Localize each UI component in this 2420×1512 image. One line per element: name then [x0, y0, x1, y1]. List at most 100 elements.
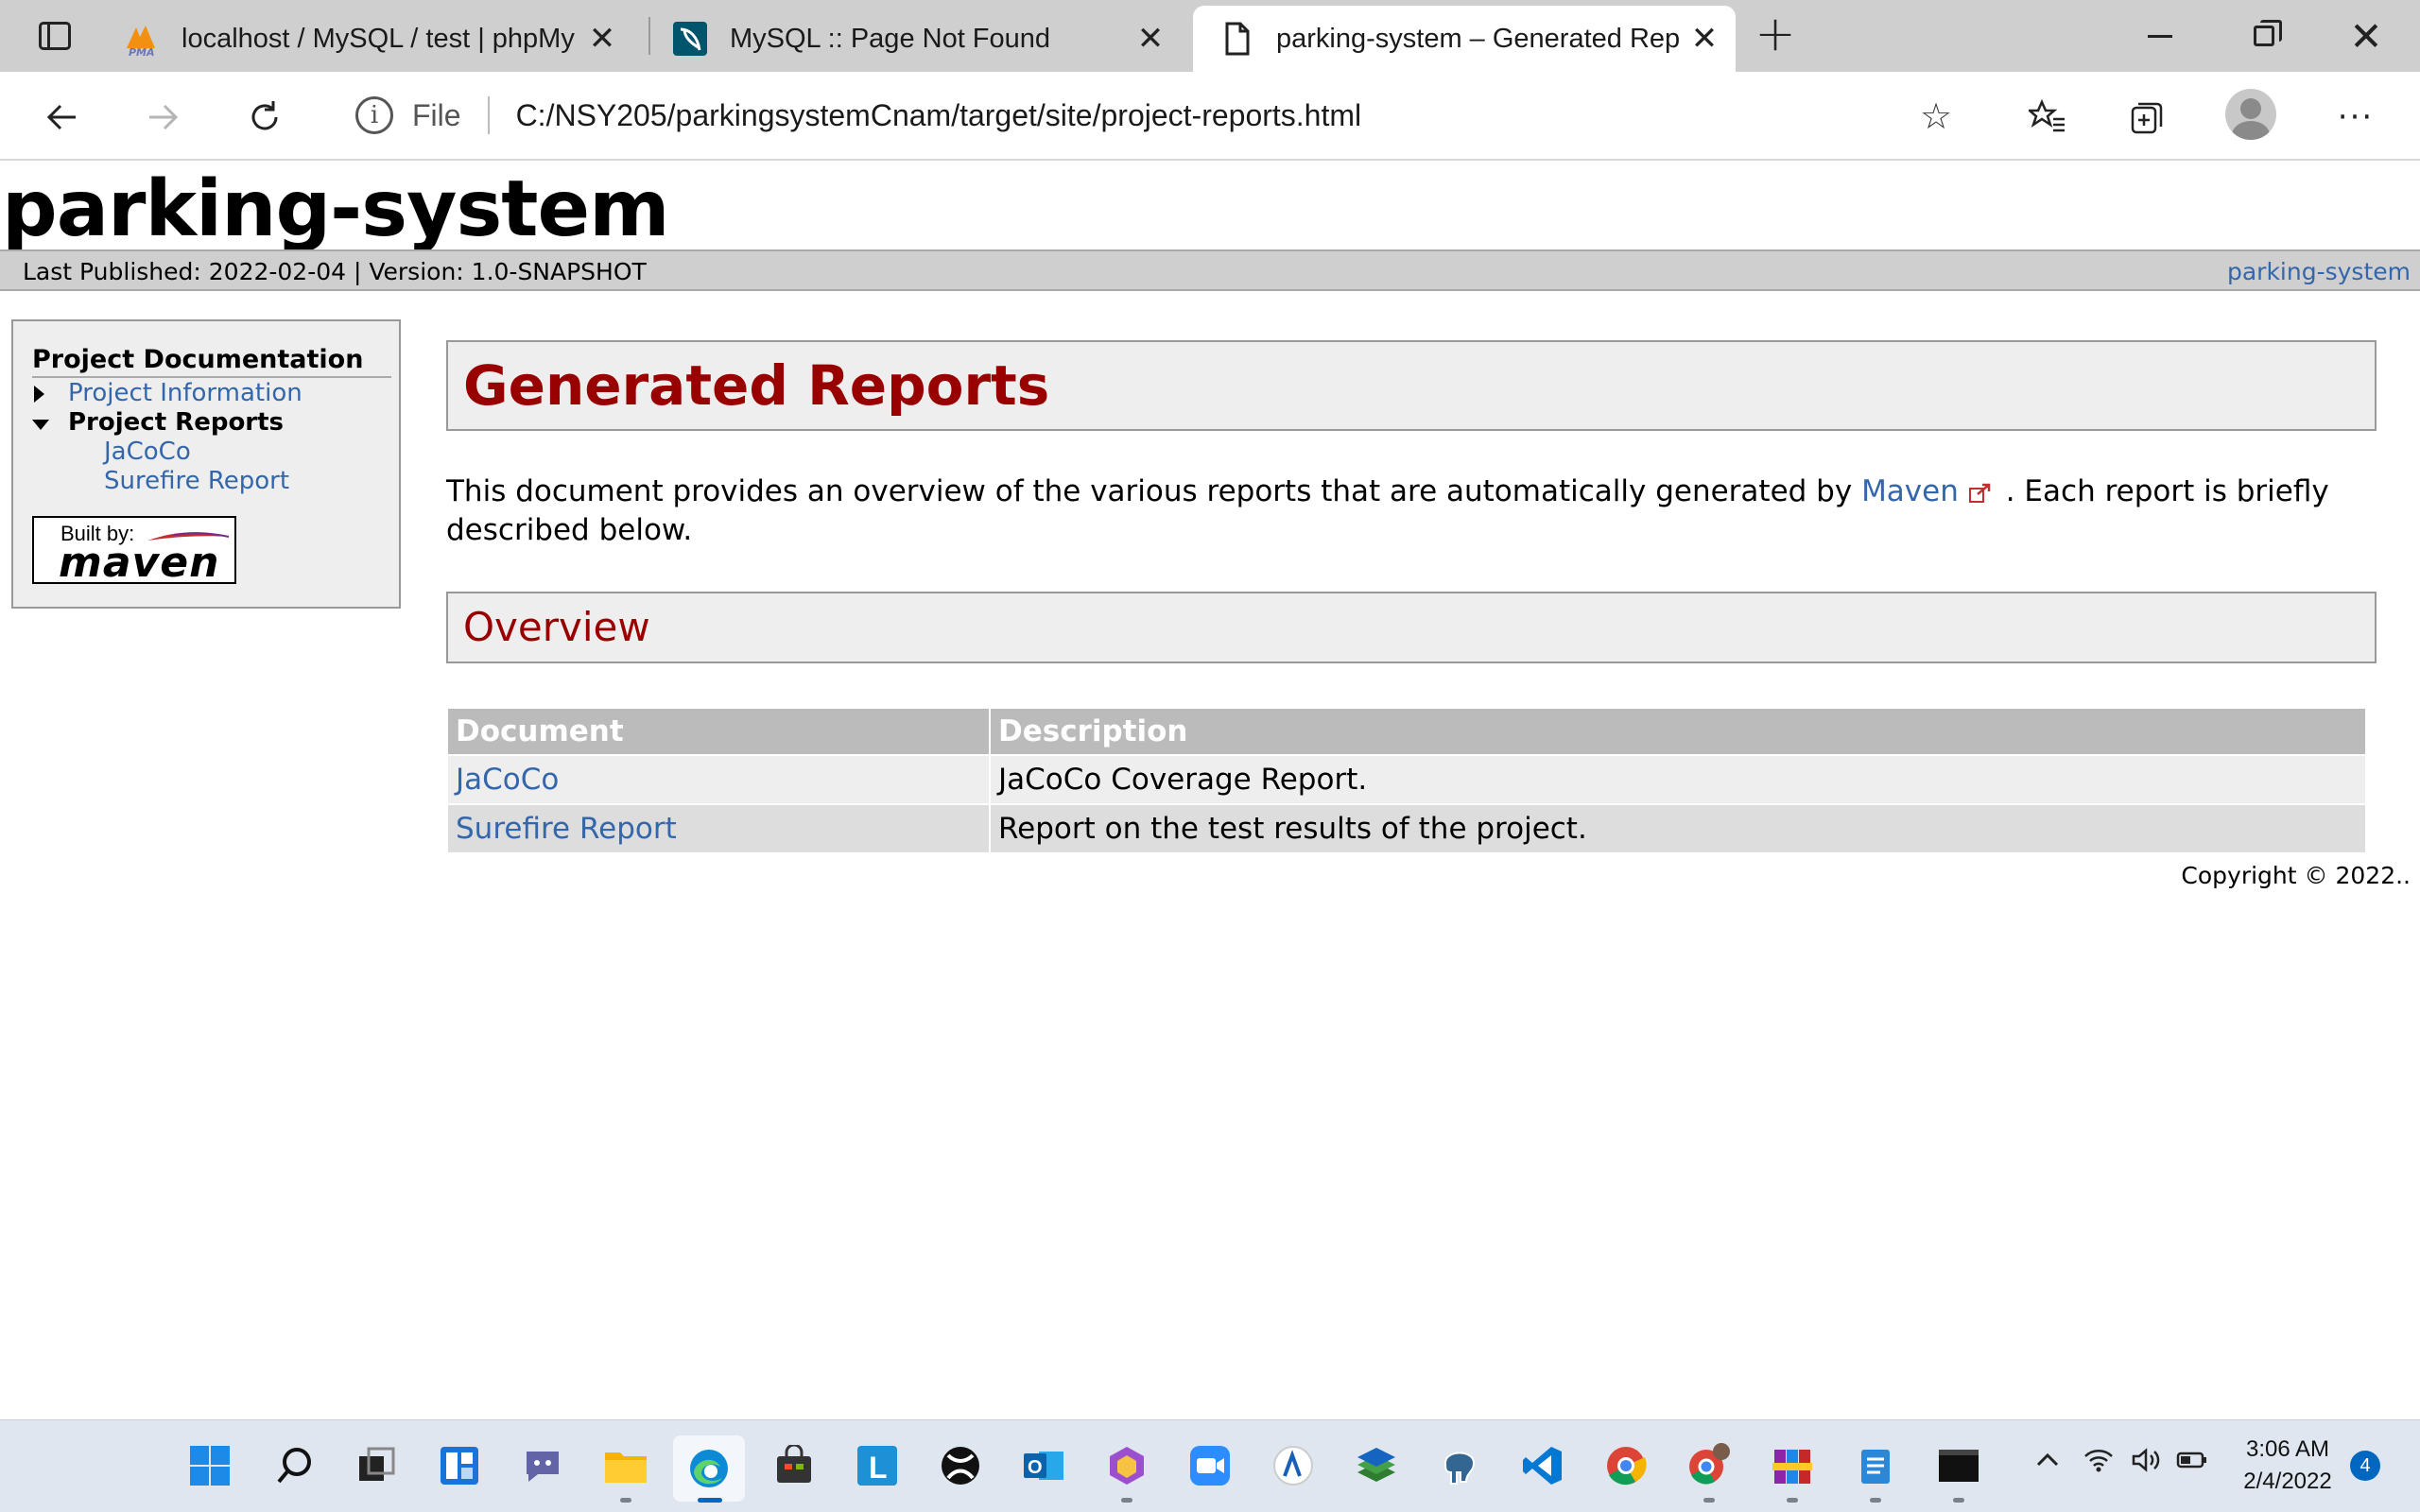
close-tab-icon[interactable]: ✕ — [1686, 21, 1722, 57]
description-cell: JaCoCo Coverage Report. — [991, 756, 2365, 803]
winrar-button[interactable] — [1766, 1439, 1819, 1492]
back-arrow-icon — [46, 104, 76, 130]
folder-icon — [605, 1452, 647, 1483]
windows-logo-icon — [190, 1446, 230, 1486]
expanded-arrow-icon — [32, 420, 49, 430]
svg-text:L: L — [869, 1451, 888, 1485]
minimize-button[interactable] — [2118, 9, 2203, 62]
tab-title: MySQL :: Page Not Found — [730, 23, 1051, 54]
vscode-icon — [1523, 1447, 1562, 1485]
sidebar-item-label[interactable]: Surefire Report — [104, 467, 289, 495]
publish-info: Last Published: 2022-02-04 | Version: 1.… — [23, 258, 647, 285]
volume-button[interactable] — [2131, 1447, 2161, 1481]
address-bar[interactable]: i File C:/NSY205/parkingsystemCnam/targe… — [327, 79, 1985, 151]
task-view-icon — [359, 1447, 395, 1481]
sidebar-item-label[interactable]: JaCoCo — [104, 438, 191, 466]
outlook-button[interactable]: O — [1017, 1439, 1070, 1492]
xbox-icon — [942, 1447, 979, 1485]
collections-icon — [2131, 102, 2163, 134]
search-button[interactable] — [268, 1439, 321, 1492]
mysql-dolphin-icon — [673, 22, 707, 56]
running-indicator — [620, 1498, 631, 1503]
web-page: parking-system Last Published: 2022-02-0… — [0, 163, 2420, 1419]
favorites-button[interactable] — [2021, 91, 2074, 144]
collections-button[interactable] — [2121, 91, 2174, 144]
tab-actions-icon — [39, 22, 71, 50]
system-clock[interactable]: 3:06 AM 2/4/2022 — [2231, 1434, 2344, 1498]
notification-badge[interactable]: 4 — [2350, 1451, 2380, 1481]
store-bag-icon — [777, 1445, 811, 1483]
teams-chat-button[interactable] — [516, 1439, 569, 1492]
url-text[interactable]: C:/NSY205/parkingsystemCnam/target/site/… — [516, 98, 1362, 133]
document-cell: Surefire Report — [448, 805, 989, 852]
postgresql-button[interactable] — [1433, 1439, 1486, 1492]
chrome-button[interactable] — [1599, 1439, 1652, 1492]
sidebar-item-label[interactable]: Project Information — [68, 378, 302, 408]
vscode-button[interactable] — [1516, 1439, 1569, 1492]
network-button[interactable] — [2083, 1447, 2114, 1481]
page-title: Generated Reports — [463, 353, 1050, 418]
refresh-icon — [251, 101, 278, 130]
add-favorite-icon[interactable]: ☆ — [1917, 98, 1955, 136]
battery-button[interactable] — [2176, 1447, 2208, 1481]
table-row: Surefire Report Report on the test resul… — [448, 805, 2365, 852]
terminal-icon — [1939, 1450, 1979, 1482]
refresh-button[interactable] — [238, 91, 291, 144]
site-info-icon[interactable]: i — [355, 96, 393, 134]
sidebar-item-project-reports[interactable]: Project Reports — [13, 407, 399, 438]
jacoco-report-link[interactable]: JaCoCo — [456, 763, 559, 797]
tab-title: localhost / MySQL / test | phpMy — [182, 23, 575, 54]
pen-app-icon — [1273, 1446, 1313, 1486]
column-header-description: Description — [991, 709, 2365, 754]
overview-section: Overview — [446, 592, 2377, 663]
sidebar-item-surefire-report[interactable]: Surefire Report — [104, 466, 289, 496]
widgets-button[interactable] — [433, 1439, 486, 1492]
battery-icon — [2176, 1452, 2206, 1469]
tab-parking-system[interactable]: parking-system – Generated Rep ✕ — [1193, 6, 1736, 72]
tab-phpmyadmin[interactable]: PMA localhost / MySQL / test | phpMy ✕ — [123, 6, 633, 72]
new-tab-button[interactable]: + — [1753, 9, 1798, 59]
sidebar-item-project-information[interactable]: Project Information — [13, 378, 399, 408]
running-indicator — [1787, 1498, 1798, 1503]
tab-actions-button[interactable] — [19, 11, 91, 60]
cube-app-button[interactable] — [1100, 1439, 1153, 1492]
forward-button[interactable] — [136, 91, 189, 144]
sidebar-nav: Project Documentation Project Informatio… — [11, 319, 401, 609]
show-hidden-icons-button[interactable] — [2034, 1447, 2061, 1481]
clock-date: 2/4/2022 — [2243, 1469, 2332, 1494]
restore-icon — [2254, 20, 2282, 46]
chrome-profile-button[interactable] — [1683, 1439, 1736, 1492]
surefire-report-link[interactable]: Surefire Report — [456, 812, 677, 846]
maven-wordmark: maven — [59, 539, 220, 587]
store-button[interactable] — [768, 1439, 821, 1492]
tab-mysql[interactable]: MySQL :: Page Not Found ✕ — [671, 6, 1182, 72]
edge-icon — [690, 1450, 728, 1487]
close-tab-icon[interactable]: ✕ — [1132, 21, 1168, 57]
maven-link[interactable]: Maven — [1861, 474, 1959, 508]
outlook-icon: O — [1024, 1452, 1063, 1480]
built-by-maven-logo[interactable]: Built by: maven — [32, 516, 236, 587]
file-explorer-button[interactable] — [599, 1439, 652, 1492]
pen-app-button[interactable] — [1267, 1439, 1320, 1492]
settings-more-button[interactable]: ··· — [2329, 91, 2382, 144]
zoom-icon — [1190, 1446, 1230, 1486]
sidebar-item-jacoco[interactable]: JaCoCo — [104, 437, 191, 467]
start-button[interactable] — [183, 1439, 236, 1492]
active-indicator — [698, 1498, 722, 1503]
notepad-button[interactable] — [1849, 1439, 1902, 1492]
profile-avatar[interactable] — [2225, 89, 2276, 140]
terminal-button[interactable] — [1932, 1439, 1985, 1492]
app-l-button[interactable]: L — [851, 1439, 904, 1492]
project-link[interactable]: parking-system — [2227, 258, 2411, 285]
back-button[interactable] — [36, 91, 89, 144]
zoom-button[interactable] — [1184, 1439, 1236, 1492]
close-tab-icon[interactable]: ✕ — [584, 21, 620, 57]
xbox-button[interactable] — [934, 1439, 987, 1492]
close-window-button[interactable]: ✕ — [2324, 9, 2409, 62]
restore-button[interactable] — [2221, 9, 2307, 62]
edge-browser-button[interactable] — [673, 1435, 745, 1502]
column-header-document: Document — [448, 709, 989, 754]
chrome-icon — [1607, 1447, 1647, 1486]
task-view-button[interactable] — [350, 1439, 403, 1492]
layers-app-button[interactable] — [1350, 1439, 1403, 1492]
